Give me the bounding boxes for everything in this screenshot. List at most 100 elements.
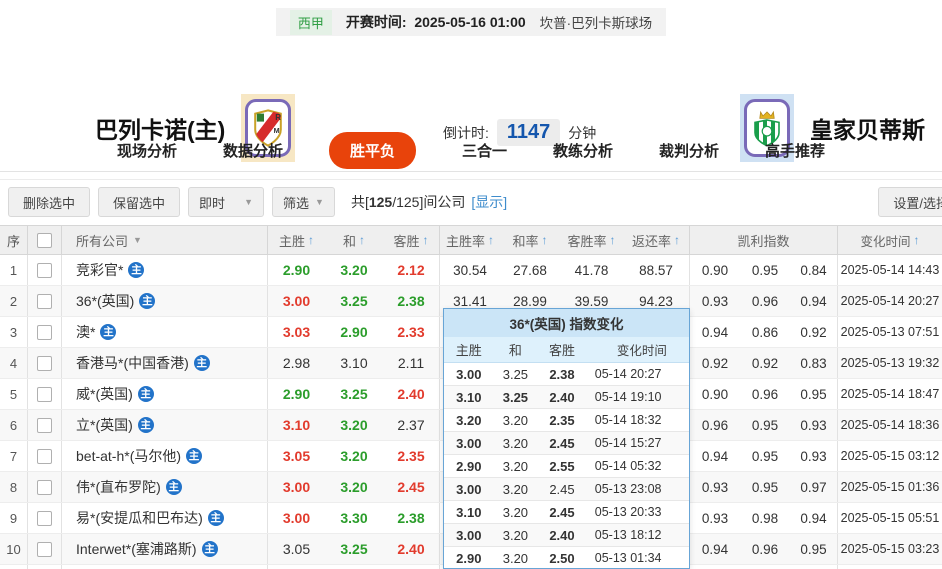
- popup-odds-home: 2.90: [456, 550, 482, 566]
- header-return-rate[interactable]: 返还率 ↑: [623, 226, 690, 254]
- company-cell[interactable]: 36*(英国) 主: [62, 286, 268, 316]
- row-checkbox[interactable]: [37, 541, 52, 557]
- popup-odds-home: 3.00: [456, 481, 482, 497]
- company-cell[interactable]: 易*(安提瓜和巴布达) 主: [62, 503, 268, 533]
- company-cell[interactable]: 伟*(直布罗陀) 主: [62, 472, 268, 502]
- tab-coach-analysis[interactable]: 教练分析: [553, 140, 613, 161]
- row-checkbox[interactable]: [37, 324, 52, 340]
- tab-live-analysis[interactable]: 现场分析: [117, 140, 177, 161]
- kelly-away: 0.97: [790, 472, 838, 502]
- row-checkbox[interactable]: [37, 417, 52, 433]
- header-draw-label: 和: [342, 233, 356, 249]
- company-cell[interactable]: bet-at-h*(马尔他) 主: [62, 441, 268, 471]
- popup-change-time: 05-13 01:34: [594, 551, 662, 565]
- kelly-draw: 0.95: [751, 417, 779, 433]
- filter-dropdown[interactable]: 筛选 ▼: [272, 187, 335, 217]
- company-cell[interactable]: 香港马*(中国香港) 主: [62, 348, 268, 378]
- header-company[interactable]: 所有公司 ▼: [62, 226, 268, 254]
- kelly-draw: 0.96: [751, 386, 779, 402]
- row-checkbox[interactable]: [37, 448, 52, 464]
- row-checkbox[interactable]: [37, 293, 52, 309]
- popup-odds-draw: 3.25: [502, 366, 529, 382]
- popup-header-draw: 和: [508, 343, 522, 358]
- row-checkbox[interactable]: [37, 355, 52, 371]
- row-index: 6: [0, 410, 28, 440]
- tab-win-draw-lose[interactable]: 胜平负: [328, 132, 416, 169]
- header-company-label: 所有公司: [76, 233, 129, 249]
- header-draw-odds[interactable]: 和 ↑: [325, 226, 383, 254]
- row-checkbox[interactable]: [37, 479, 52, 495]
- company-cell[interactable]: 立*(英国) 主: [62, 410, 268, 440]
- row-checkbox-cell: [28, 503, 62, 533]
- odds-draw: 2.90: [340, 324, 368, 340]
- popup-odds-draw: 3.20: [502, 527, 529, 543]
- toolbar: 删除选中 保留选中 即时 ▼ 筛选 ▼ 共[125/125]间公司 [显示] 设置…: [0, 187, 942, 217]
- popup-odds-home: 2.90: [456, 458, 482, 474]
- tab-referee-analysis[interactable]: 裁判分析: [659, 140, 719, 161]
- home-badge-icon: 主: [137, 386, 154, 402]
- show-link[interactable]: [显示]: [471, 194, 507, 210]
- keep-selected-button[interactable]: 保留选中: [98, 187, 181, 217]
- company-cell[interactable]: 威*(英国) 主: [62, 379, 268, 409]
- odds-home: 2.90: [282, 386, 311, 402]
- header-away-rate[interactable]: 客胜率 ↑: [560, 226, 623, 254]
- change-time: 2025-05-14 14:43: [840, 263, 940, 277]
- kickoff-time: 开赛时间: 2025-05-16 01:00: [346, 12, 526, 32]
- popup-row: 2.90 3.20 2.50 05-13 01:34: [444, 547, 689, 569]
- home-badge-icon: 主: [139, 293, 156, 309]
- company-name: 易*(安提瓜和巴布达): [76, 510, 203, 526]
- header-home-rate[interactable]: 主胜率 ↑: [440, 226, 500, 254]
- odds-home: 3.05: [282, 448, 311, 464]
- header-change-time[interactable]: 变化时间 ↑: [838, 226, 942, 254]
- live-dropdown[interactable]: 即时 ▼: [188, 187, 265, 217]
- row-checkbox[interactable]: [37, 510, 52, 526]
- row-checkbox[interactable]: [37, 262, 52, 278]
- odds-home: 3.00: [282, 293, 311, 309]
- delete-selected-button[interactable]: 删除选中: [8, 187, 91, 217]
- popup-odds-draw: 3.20: [502, 412, 529, 428]
- match-info-wrap: 西甲 开赛时间: 2025-05-16 01:00 坎普·巴列卡斯球场: [0, 8, 942, 36]
- odds-away: 2.33: [383, 317, 440, 347]
- select-all-checkbox[interactable]: [37, 232, 52, 248]
- settings-select-button[interactable]: 设置/选择: [878, 187, 942, 217]
- home-badge-icon: 主: [137, 417, 154, 433]
- kelly-away: 0.92: [790, 317, 838, 347]
- row-index: 2: [0, 286, 28, 316]
- header-home-odds[interactable]: 主胜 ↑: [268, 226, 325, 254]
- row-checkbox-cell: [28, 441, 62, 471]
- kelly-away: 0.83: [790, 348, 838, 378]
- company-cell[interactable]: Interwet*(塞浦路斯) 主: [62, 534, 268, 564]
- company-name: Interwet*(塞浦路斯): [76, 541, 197, 557]
- sort-up-icon: ↑: [488, 233, 494, 247]
- header-draw-rate[interactable]: 和率 ↑: [500, 226, 560, 254]
- row-checkbox[interactable]: [37, 386, 52, 402]
- change-time: 2025-05-13 07:51: [840, 325, 940, 339]
- kelly-draw: 0.95: [751, 448, 779, 464]
- sort-up-icon: ↑: [422, 233, 429, 247]
- company-name: 36*(英国): [76, 293, 135, 309]
- row-checkbox-cell: [28, 410, 62, 440]
- popup-change-time: 05-13 20:33: [594, 505, 662, 519]
- tab-data-analysis[interactable]: 数据分析: [223, 140, 283, 161]
- sort-up-icon: ↑: [359, 233, 365, 247]
- odds-draw: 3.25: [340, 541, 368, 557]
- team-header: 巴列卡诺(主) R M 倒计时: 1147 分钟 皇家贝蒂斯: [0, 45, 942, 162]
- company-count: 共[125/125]间公司 [显示]: [351, 192, 507, 212]
- tab-expert-picks[interactable]: 高手推荐: [765, 140, 825, 161]
- popup-odds-away: 2.45: [549, 504, 575, 520]
- company-cell[interactable]: 澳* 主: [62, 317, 268, 347]
- company-cell[interactable]: 竞彩官* 主: [62, 255, 268, 285]
- odds-draw: 3.20: [340, 262, 368, 278]
- rate-away: 41.78: [574, 262, 609, 278]
- header-away-label: 客胜: [393, 233, 420, 249]
- popup-change-time: 05-14 05:32: [594, 459, 662, 473]
- kickoff-value: 2025-05-16 01:00: [414, 14, 526, 30]
- header-away-odds[interactable]: 客胜 ↑: [383, 226, 440, 254]
- change-time: 2025-05-14 18:36: [840, 418, 940, 432]
- rate-draw: 27.68: [513, 262, 547, 278]
- home-badge-icon: 主: [165, 479, 182, 495]
- odds-draw: 3.10: [340, 355, 368, 371]
- tab-three-in-one[interactable]: 三合一: [462, 140, 507, 161]
- sort-up-icon: ↑: [308, 233, 314, 247]
- popup-row: 2.90 3.20 2.55 05-14 05:32: [444, 455, 689, 478]
